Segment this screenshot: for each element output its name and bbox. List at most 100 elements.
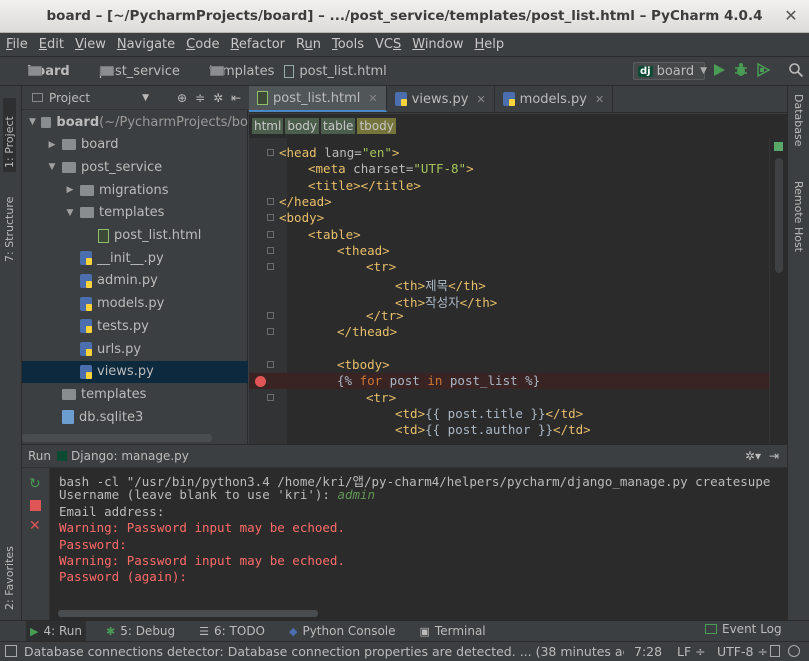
collapse-all-icon[interactable]: ≑ xyxy=(195,91,205,105)
tree-item-post-service[interactable]: ▼ post_service xyxy=(22,156,248,178)
fold-marker-icon[interactable] xyxy=(267,246,274,254)
close-tab-icon[interactable]: ✕ xyxy=(595,93,604,106)
editor-crumb-tbody[interactable]: tbody xyxy=(357,118,396,134)
menu-tools[interactable]: Tools xyxy=(332,37,364,52)
collapse-arrow-icon[interactable]: ▶ xyxy=(46,140,58,150)
inspector-icon[interactable] xyxy=(788,645,800,657)
tree-item-init-py[interactable]: __init__.py xyxy=(22,247,248,269)
expand-arrow-icon[interactable]: ▼ xyxy=(64,208,76,218)
editor-crumb-html[interactable]: html xyxy=(252,118,284,134)
event-log-tab[interactable]: Event Log xyxy=(705,622,782,636)
close-run-icon[interactable]: ✕ xyxy=(29,518,41,534)
tree-item-models-py[interactable]: models.py xyxy=(22,293,248,315)
tool-windows-icon[interactable] xyxy=(5,645,17,657)
project-view-select[interactable]: Project xyxy=(49,91,90,105)
menu-help[interactable]: Help xyxy=(475,37,505,52)
fold-marker-icon[interactable] xyxy=(267,393,274,401)
lock-icon[interactable] xyxy=(770,645,780,657)
nav-crumb-file[interactable]: post_list.html xyxy=(284,64,387,79)
search-icon[interactable] xyxy=(788,62,804,78)
fold-marker-icon[interactable] xyxy=(267,263,274,271)
line-separator[interactable]: LF ÷ xyxy=(677,644,706,659)
tool-tab-6-todo[interactable]: ☰ 6: TODO xyxy=(195,621,269,641)
tree-item-post-list-html[interactable]: post_list.html xyxy=(22,225,248,247)
tree-item-board[interactable]: ▼ board (~/PycharmProjects/bo xyxy=(22,111,248,133)
menu-file[interactable]: File xyxy=(6,37,28,52)
menu-edit[interactable]: Edit xyxy=(39,37,64,52)
menu-run[interactable]: Run xyxy=(296,37,321,52)
horizontal-scrollbar[interactable] xyxy=(22,434,212,442)
tree-item-templates[interactable]: templates xyxy=(22,383,248,405)
tree-item-admin-py[interactable]: admin.py xyxy=(22,270,248,292)
fold-marker-icon[interactable] xyxy=(267,312,274,319)
gear-icon[interactable]: ✲▾ xyxy=(745,449,761,463)
gear-icon[interactable]: ✲ xyxy=(213,91,223,105)
fold-marker-icon[interactable] xyxy=(267,328,274,336)
tree-item-db-sqlite3[interactable]: db.sqlite3 xyxy=(22,406,248,428)
close-tab-icon[interactable]: ✕ xyxy=(368,92,377,105)
tree-item-tests-py[interactable]: tests.py xyxy=(22,315,248,337)
tool-tab-terminal[interactable]: ▣ Terminal xyxy=(416,621,490,641)
project-tool-tab[interactable]: 1: Project xyxy=(3,98,16,172)
database-tool-tab[interactable]: Database xyxy=(792,94,805,147)
favorites-tool-tab[interactable]: 2: Favorites xyxy=(3,536,16,614)
tool-tab-5-debug[interactable]: ✱ 5: Debug xyxy=(102,621,179,641)
code-editor[interactable]: <head lang="en"> <meta charset="UTF-8"> <t… xyxy=(249,138,769,444)
remote-host-tool-tab[interactable]: Remote Host xyxy=(792,181,805,252)
fold-marker-icon[interactable] xyxy=(267,214,274,222)
close-window-icon[interactable]: ✕ xyxy=(783,8,799,24)
menu-window[interactable]: Window xyxy=(412,37,463,52)
tree-item-board[interactable]: ▶ board xyxy=(22,134,248,156)
fold-marker-icon[interactable] xyxy=(267,360,274,368)
stop-icon[interactable] xyxy=(30,500,41,511)
expand-arrow-icon[interactable]: ▼ xyxy=(46,162,58,172)
menu-vcs[interactable]: VCS xyxy=(375,37,401,52)
tab-views-py[interactable]: views.py ✕ xyxy=(387,86,495,112)
tab-models-py[interactable]: models.py ✕ xyxy=(495,86,614,112)
tool-tab-4-run[interactable]: ▶ 4: Run xyxy=(26,621,86,641)
collapse-arrow-icon[interactable]: ▶ xyxy=(64,185,76,195)
window-titlebar[interactable]: board – [~/PycharmProjects/board] – .../… xyxy=(0,0,809,33)
nav-crumb-project[interactable]: board xyxy=(8,64,70,79)
caret-position[interactable]: 7:28 xyxy=(634,644,662,659)
menu-refactor[interactable]: Refactor xyxy=(230,37,285,52)
tab-post-list-html[interactable]: post_list.html ✕ xyxy=(249,86,387,112)
status-message[interactable]: Database connections detector: Database … xyxy=(24,644,624,659)
editor-scrollbar[interactable] xyxy=(769,138,787,444)
fold-marker-icon[interactable] xyxy=(267,197,274,205)
fold-marker-icon[interactable] xyxy=(267,149,274,156)
editor-gutter[interactable] xyxy=(249,138,287,444)
file-encoding[interactable]: UTF-8 ÷ xyxy=(717,644,768,659)
scroll-from-source-icon[interactable]: ⊕ xyxy=(177,91,187,105)
tree-item-views-py[interactable]: views.py xyxy=(22,360,248,383)
run-icon[interactable] xyxy=(711,62,727,78)
menu-view[interactable]: View xyxy=(75,37,106,52)
debug-icon[interactable] xyxy=(733,62,749,78)
close-tab-icon[interactable]: ✕ xyxy=(476,93,485,106)
run-configuration-select[interactable]: dj board ▼ xyxy=(633,62,707,80)
scrollbar-thumb[interactable] xyxy=(58,610,318,617)
rerun-icon[interactable]: ↻ xyxy=(29,476,41,492)
chevron-down-icon[interactable]: ▼ xyxy=(142,93,149,103)
tree-item-urls-py[interactable]: urls.py xyxy=(22,338,248,360)
tree-item-migrations[interactable]: ▶ migrations xyxy=(22,179,248,201)
run-console[interactable]: bash -cl "/usr/bin/python3.4 /home/kri/앱… xyxy=(50,468,772,620)
coverage-icon[interactable] xyxy=(755,62,771,78)
hide-panel-icon[interactable]: ⇤ xyxy=(231,91,241,105)
tree-item-templates[interactable]: ▼ templates xyxy=(22,202,248,224)
expand-arrow-icon[interactable]: ▼ xyxy=(28,117,37,127)
menu-navigate[interactable]: Navigate xyxy=(117,37,175,52)
tool-tab-python-console[interactable]: ◆ Python Console xyxy=(285,621,400,641)
editor-crumb-table[interactable]: table xyxy=(321,118,356,134)
menu-code[interactable]: Code xyxy=(186,37,219,52)
hide-panel-icon[interactable]: ⇥ xyxy=(769,449,779,463)
structure-tool-tab[interactable]: 7: Structure xyxy=(3,186,16,266)
fold-marker-icon[interactable] xyxy=(267,230,274,238)
editor-crumb-body[interactable]: body xyxy=(285,118,320,134)
scrollbar-thumb[interactable] xyxy=(775,158,783,273)
console-vertical-scrollbar[interactable] xyxy=(772,468,787,620)
nav-crumb-post-service[interactable]: post_service xyxy=(80,64,180,79)
nav-crumb-templates[interactable]: templates xyxy=(190,64,274,79)
run-config-tab[interactable]: Django: manage.py xyxy=(71,449,189,463)
console-horizontal-scrollbar[interactable] xyxy=(58,608,772,618)
